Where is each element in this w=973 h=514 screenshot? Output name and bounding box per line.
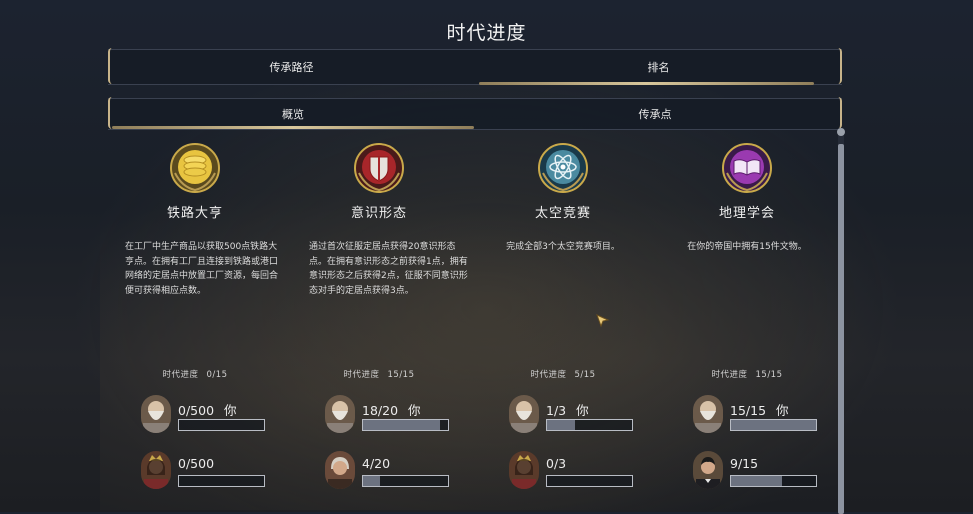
bearded-leader-portrait	[325, 395, 355, 433]
atom-icon	[538, 143, 588, 193]
column-description: 在工厂中生产商品以获取500点铁路大亨点。在拥有工厂且连接到铁路或港口网络的定居…	[125, 242, 279, 296]
score-text: 4/20	[362, 456, 391, 471]
score-progress-fill	[731, 476, 782, 486]
crowned-queen-portrait	[141, 451, 171, 489]
tab-bar-right-cap	[834, 97, 842, 129]
scrollbar-knob[interactable]	[837, 128, 845, 136]
young-leader-portrait	[693, 451, 723, 489]
column-title: 意识形态	[350, 206, 407, 221]
column-title: 地理学会	[718, 206, 775, 221]
column-title: 太空竞赛	[534, 206, 591, 221]
score-progress-bar	[730, 475, 817, 487]
ranking-row[interactable]: 4/20	[325, 451, 465, 489]
column-description: 完成全部3个太空竞赛项目。	[506, 242, 620, 252]
ranking-row[interactable]: 9/15	[693, 451, 833, 489]
score-progress-bar	[546, 475, 633, 487]
colonial-statesman-portrait	[325, 451, 355, 489]
column-description: 通过首次征服定居点获得20意识形态点。在拥有意识形态之前获得1点，拥有意识形态之…	[309, 242, 468, 296]
score-text: 0/500	[178, 456, 215, 471]
ranking-row[interactable]: 0/500	[141, 451, 281, 489]
top-tab-bar: 传承路径 排名	[108, 48, 842, 85]
active-tab-underline	[112, 126, 474, 129]
era-progress-label: 时代进度	[162, 370, 199, 380]
score-text: 15/15 你	[730, 403, 789, 418]
open-book-icon	[722, 143, 772, 193]
score-progress-fill	[547, 420, 576, 430]
ranking-row[interactable]: 15/15 你	[693, 395, 833, 433]
column-description: 在你的帝国中拥有15件文物。	[687, 242, 807, 252]
tab-label: 传承点	[638, 108, 672, 121]
score-progress-fill	[731, 420, 816, 430]
tab-overview[interactable]: 概览	[112, 99, 474, 129]
score-progress-bar	[546, 419, 633, 431]
gold-coins-icon	[170, 143, 220, 193]
sub-tab-bar: 概览 传承点	[108, 97, 842, 130]
score-progress-fill	[363, 476, 380, 486]
ranking-row[interactable]: 1/3 你	[509, 395, 649, 433]
ranking-row[interactable]: 0/3	[509, 451, 649, 489]
tab-legacy-points[interactable]: 传承点	[474, 99, 836, 129]
scrollbar[interactable]	[837, 128, 845, 514]
you-tag: 你	[408, 403, 421, 418]
tab-legacy-paths[interactable]: 传承路径	[108, 50, 475, 84]
column-title: 铁路大亨	[166, 206, 223, 221]
ranking-row[interactable]: 18/20 你	[325, 395, 465, 433]
era-progress: 时代进度 0/15	[108, 368, 282, 380]
you-tag: 你	[776, 403, 789, 418]
era-progress-label: 时代进度	[343, 370, 380, 380]
score-progress-bar	[178, 475, 265, 487]
era-progress: 时代进度 15/15	[292, 368, 466, 380]
era-progress-label: 时代进度	[711, 370, 748, 380]
era-progress-label: 时代进度	[530, 370, 567, 380]
score-text: 0/500 你	[178, 403, 237, 418]
tab-label: 排名	[647, 61, 670, 74]
score-text: 0/3	[546, 456, 567, 471]
score-text: 1/3 你	[546, 403, 589, 418]
score-text: 18/20 你	[362, 403, 421, 418]
scrollbar-thumb[interactable]	[838, 144, 844, 514]
score-progress-fill	[363, 420, 440, 430]
tab-rankings[interactable]: 排名	[475, 50, 842, 85]
score-progress-bar	[362, 475, 449, 487]
bearded-leader-portrait	[693, 395, 723, 433]
tab-label: 概览	[282, 108, 304, 121]
tab-bar-right-cap	[834, 48, 842, 84]
active-tab-underline	[479, 82, 814, 85]
you-tag: 你	[576, 403, 589, 418]
score-progress-bar	[730, 419, 817, 431]
era-progress-value: 15/15	[755, 370, 783, 380]
shield-emblem-icon	[354, 143, 404, 193]
era-progress: 时代进度 15/15	[660, 368, 834, 380]
page-title: 时代进度	[446, 22, 527, 44]
era-progress-value: 5/15	[574, 370, 596, 380]
crowned-queen-portrait	[509, 451, 539, 489]
era-progress: 时代进度 5/15	[476, 368, 650, 380]
score-text: 9/15	[730, 456, 759, 471]
mouse-cursor-icon	[596, 314, 610, 328]
era-progress-value: 15/15	[387, 370, 415, 380]
score-progress-bar	[362, 419, 449, 431]
score-progress-bar	[178, 419, 265, 431]
you-tag: 你	[224, 403, 237, 418]
tab-label: 传承路径	[269, 61, 314, 74]
ranking-row[interactable]: 0/500 你	[141, 395, 281, 433]
bearded-leader-portrait	[509, 395, 539, 433]
era-progress-value: 0/15	[206, 370, 228, 380]
bearded-leader-portrait	[141, 395, 171, 433]
